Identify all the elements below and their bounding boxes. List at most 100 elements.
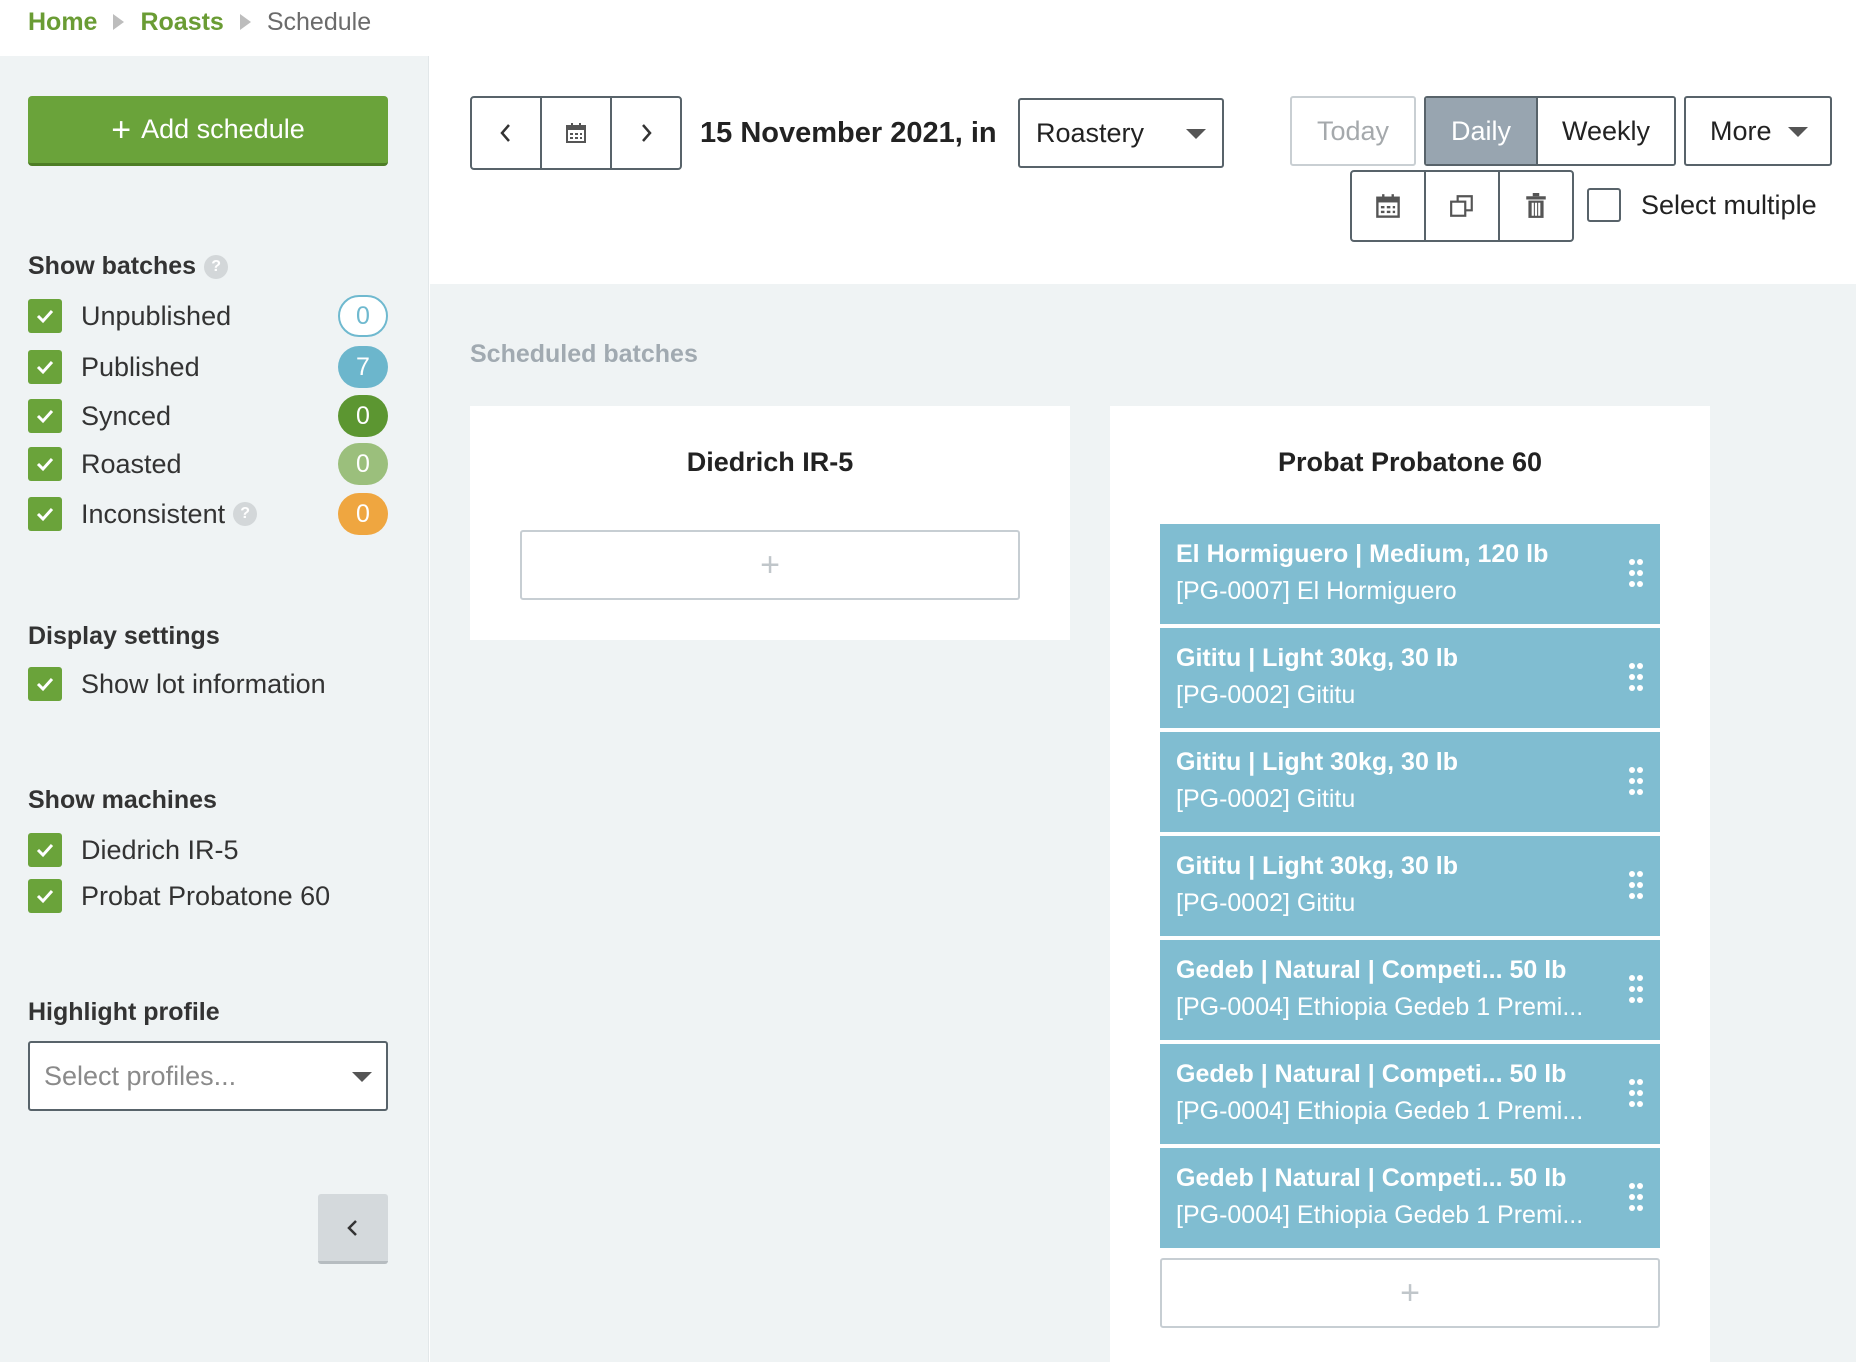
weekly-view-button[interactable]: Weekly xyxy=(1538,98,1674,164)
collapse-sidebar-button[interactable] xyxy=(318,1194,388,1264)
chevron-down-icon xyxy=(1788,127,1808,137)
next-day-button[interactable] xyxy=(610,98,680,168)
filter-label: Synced xyxy=(81,400,172,431)
display-settings-title: Display settings xyxy=(28,622,220,650)
batch-title: Gititu | Light 30kg, 30 lb xyxy=(1176,644,1459,672)
machine-filter-label: Diedrich IR-5 xyxy=(81,834,239,865)
batch-title: Gititu | Light 30kg, 30 lb xyxy=(1176,748,1459,776)
daily-view-button[interactable]: Daily xyxy=(1426,98,1538,164)
schedule-main: Scheduled batches Diedrich IR-5 + Probat… xyxy=(430,284,1856,1362)
breadcrumb-separator-icon xyxy=(239,14,251,30)
previous-day-button[interactable] xyxy=(472,98,540,168)
batch-card[interactable]: Gititu | Light 30kg, 30 lb [PG-0002] Git… xyxy=(1160,732,1660,832)
checkbox-checked-icon[interactable] xyxy=(28,497,62,531)
chevron-right-icon xyxy=(642,124,652,142)
filter-synced[interactable]: Synced 0 xyxy=(28,395,388,437)
batch-card[interactable]: El Hormiguero | Medium, 120 lb [PG-0007]… xyxy=(1160,524,1660,624)
chevron-left-icon xyxy=(347,1219,357,1236)
machine-column-diedrich: Diedrich IR-5 + xyxy=(470,406,1070,640)
add-batch-slot[interactable]: + xyxy=(520,530,1020,600)
batch-title: Gedeb | Natural | Competi... 50 lb xyxy=(1176,956,1567,984)
batch-card[interactable]: Gititu | Light 30kg, 30 lb [PG-0002] Git… xyxy=(1160,628,1660,728)
filter-inconsistent[interactable]: Inconsistent ? 0 xyxy=(28,493,388,535)
batch-subtitle: [PG-0002] Gititu xyxy=(1176,681,1356,709)
count-badge: 0 xyxy=(338,493,388,535)
reschedule-button[interactable] xyxy=(1352,172,1424,240)
show-lot-information-toggle[interactable]: Show lot information xyxy=(28,664,388,704)
copy-icon xyxy=(1450,195,1473,217)
add-batch-slot[interactable]: + xyxy=(1160,1258,1660,1328)
batch-subtitle: [PG-0002] Gititu xyxy=(1176,785,1356,813)
batch-subtitle: [PG-0002] Gititu xyxy=(1176,889,1356,917)
chevron-down-icon xyxy=(1186,129,1206,139)
count-badge: 0 xyxy=(338,295,388,337)
checkbox-checked-icon[interactable] xyxy=(28,667,62,701)
show-lot-information-label: Show lot information xyxy=(81,668,326,699)
batch-card[interactable]: Gedeb | Natural | Competi... 50 lb [PG-0… xyxy=(1160,1044,1660,1144)
breadcrumb-roasts-link[interactable]: Roasts xyxy=(140,8,223,37)
help-icon[interactable]: ? xyxy=(233,502,258,526)
filter-label: Inconsistent xyxy=(81,498,226,529)
add-schedule-label: Add schedule xyxy=(141,114,305,144)
filter-published[interactable]: Published 7 xyxy=(28,346,388,388)
duplicate-button[interactable] xyxy=(1424,172,1498,240)
batch-card[interactable]: Gedeb | Natural | Competi... 50 lb [PG-0… xyxy=(1160,940,1660,1040)
date-navigation xyxy=(470,96,682,170)
breadcrumb-home-link[interactable]: Home xyxy=(28,8,97,37)
select-multiple-label: Select multiple xyxy=(1641,189,1817,220)
drag-handle-icon[interactable] xyxy=(1628,766,1644,796)
breadcrumb-separator-icon xyxy=(113,14,125,30)
drag-handle-icon[interactable] xyxy=(1628,1182,1644,1212)
trash-icon xyxy=(1526,193,1546,218)
show-batches-title-text: Show batches xyxy=(28,252,197,280)
filter-unpublished[interactable]: Unpublished 0 xyxy=(28,295,388,337)
show-batches-title: Show batches ? xyxy=(28,252,229,281)
delete-button[interactable] xyxy=(1498,172,1572,240)
help-icon[interactable]: ? xyxy=(204,254,229,279)
checkbox-checked-icon[interactable] xyxy=(28,447,62,481)
machine-filter-probat[interactable]: Probat Probatone 60 xyxy=(28,876,388,916)
date-picker-button[interactable] xyxy=(540,98,610,168)
drag-handle-icon[interactable] xyxy=(1628,558,1644,588)
calendar-icon xyxy=(1376,194,1400,218)
today-button[interactable]: Today xyxy=(1290,96,1416,166)
batch-card[interactable]: Gititu | Light 30kg, 30 lb [PG-0002] Git… xyxy=(1160,836,1660,936)
drag-handle-icon[interactable] xyxy=(1628,974,1644,1004)
checkbox-checked-icon[interactable] xyxy=(28,299,62,333)
sidebar: + Add schedule Show batches ? Unpublishe… xyxy=(0,56,429,1362)
highlight-profile-select[interactable]: Select profiles... xyxy=(28,1041,388,1111)
checkbox-checked-icon[interactable] xyxy=(28,879,62,913)
scheduled-batches-title: Scheduled batches xyxy=(470,340,698,368)
drag-handle-icon[interactable] xyxy=(1628,662,1644,692)
checkbox-checked-icon[interactable] xyxy=(28,833,62,867)
more-dropdown-button[interactable]: More xyxy=(1684,96,1832,166)
checkbox-unchecked-icon[interactable] xyxy=(1587,188,1621,222)
machine-filter-diedrich[interactable]: Diedrich IR-5 xyxy=(28,830,388,870)
count-badge: 7 xyxy=(338,346,388,388)
add-schedule-button[interactable]: + Add schedule xyxy=(28,96,388,166)
chevron-left-icon xyxy=(500,124,510,142)
batch-title: Gedeb | Natural | Competi... 50 lb xyxy=(1176,1060,1567,1088)
drag-handle-icon[interactable] xyxy=(1628,870,1644,900)
batch-title: Gedeb | Natural | Competi... 50 lb xyxy=(1176,1164,1567,1192)
filter-roasted[interactable]: Roasted 0 xyxy=(28,443,388,485)
current-date-title: 15 November 2021, in xyxy=(700,116,997,149)
checkbox-checked-icon[interactable] xyxy=(28,399,62,433)
count-badge: 0 xyxy=(338,395,388,437)
view-toggle: Daily Weekly xyxy=(1424,96,1676,166)
machine-filter-label: Probat Probatone 60 xyxy=(81,880,331,911)
drag-handle-icon[interactable] xyxy=(1628,1078,1644,1108)
location-select[interactable]: Roastery xyxy=(1018,98,1224,168)
select-multiple-toggle[interactable]: Select multiple xyxy=(1587,188,1817,222)
machine-name: Diedrich IR-5 xyxy=(686,446,854,477)
location-select-value: Roastery xyxy=(1036,117,1145,148)
checkbox-checked-icon[interactable] xyxy=(28,350,62,384)
machine-column-probat: Probat Probatone 60 El Hormiguero | Medi… xyxy=(1110,406,1710,1362)
highlight-profile-placeholder: Select profiles... xyxy=(44,1060,237,1091)
count-badge: 0 xyxy=(338,443,388,485)
schedule-toolbar: 15 November 2021, in Roastery Today Dail… xyxy=(430,56,1856,284)
calendar-icon xyxy=(566,123,586,143)
chevron-down-icon xyxy=(352,1072,372,1082)
batch-card[interactable]: Gedeb | Natural | Competi... 50 lb [PG-0… xyxy=(1160,1148,1660,1248)
batch-subtitle: [PG-0004] Ethiopia Gedeb 1 Premi... xyxy=(1176,993,1584,1021)
